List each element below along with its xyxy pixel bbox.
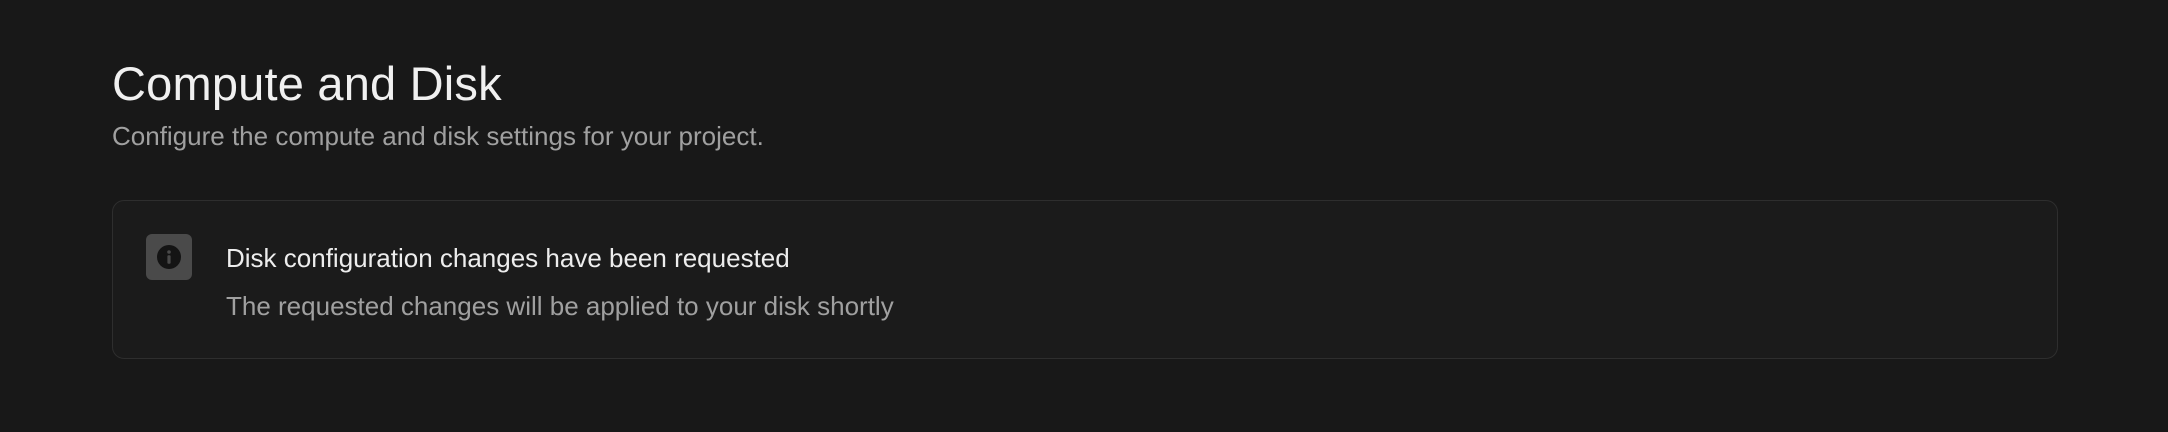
page-title: Compute and Disk [112, 57, 502, 110]
notice-title: Disk configuration changes have been req… [226, 243, 790, 273]
compute-disk-section: Compute and Disk Configure the compute a… [112, 54, 2058, 359]
disk-change-notice: Disk configuration changes have been req… [112, 200, 2058, 359]
notice-description: The requested changes will be applied to… [226, 291, 894, 321]
info-icon [146, 234, 192, 280]
page-subtitle: Configure the compute and disk settings … [112, 121, 764, 151]
